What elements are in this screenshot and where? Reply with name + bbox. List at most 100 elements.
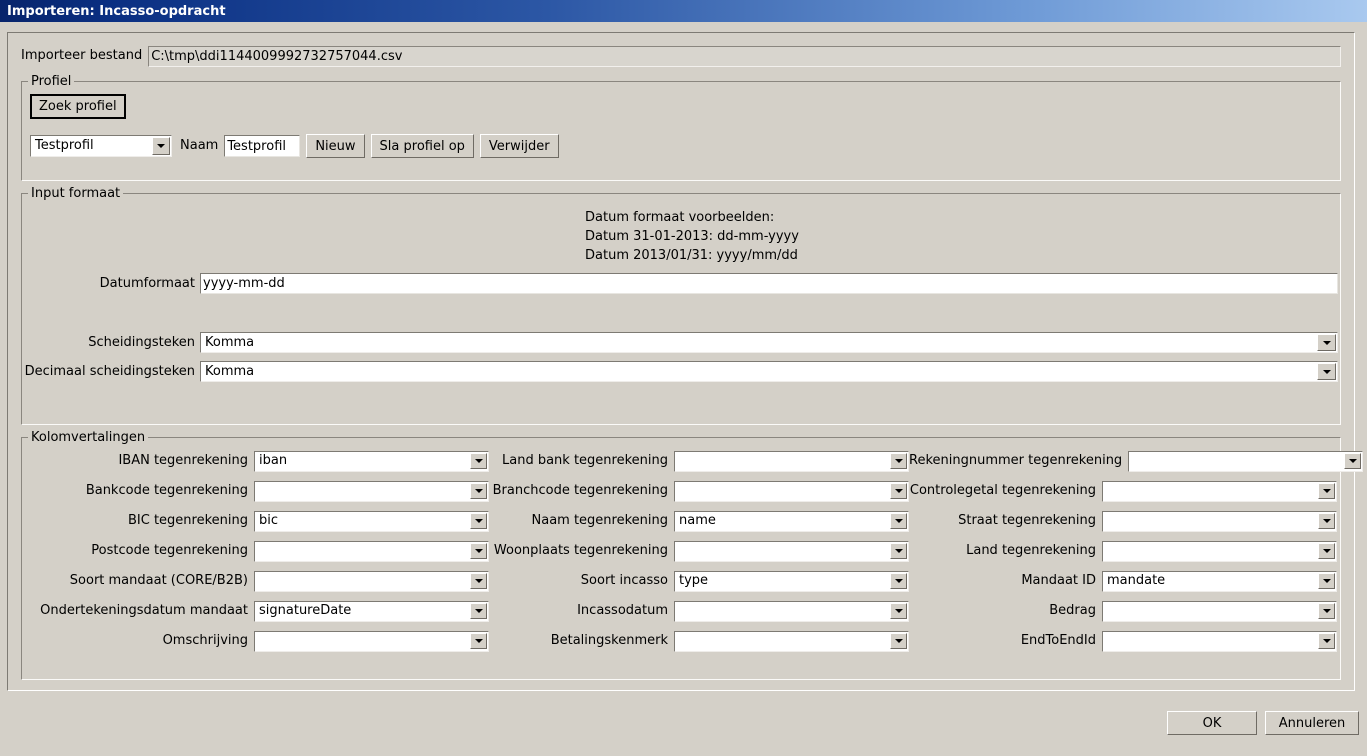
chevron-down-icon[interactable] <box>890 633 907 649</box>
column-mapping-label: Land tegenrekening <box>909 543 1102 559</box>
column-mapping-grid: IBAN tegenrekeningibanBankcode tegenreke… <box>22 446 1340 656</box>
column-mapping-label: Incassodatum <box>489 603 674 619</box>
chevron-down-icon[interactable] <box>152 137 170 155</box>
import-file-row: Importeer bestand C:\tmp\ddi114400999273… <box>21 45 1341 67</box>
profile-group: Profiel Zoek profiel Testprofil Naam Tes… <box>21 81 1341 181</box>
column-mapping-select[interactable] <box>674 481 909 502</box>
column-mapping-label: Rekeningnummer tegenrekening <box>909 453 1128 469</box>
column-mapping-select-value: signatureDate <box>255 602 470 620</box>
chevron-down-icon[interactable] <box>890 543 907 559</box>
separator-label: Scheidingsteken <box>22 335 200 351</box>
column-mapping-select[interactable]: type <box>674 571 909 592</box>
decimal-separator-select-value: Komma <box>201 363 1317 381</box>
input-format-group-title: Input formaat <box>28 186 123 201</box>
column-mapping-row: Soort incassotype <box>489 566 909 596</box>
window-titlebar: Importeren: Incasso-opdracht <box>0 0 1367 22</box>
chevron-down-icon[interactable] <box>1318 603 1335 619</box>
column-mapping-select[interactable] <box>1128 451 1363 472</box>
chevron-down-icon[interactable] <box>470 513 487 529</box>
column-mapping-label: EndToEndId <box>909 633 1102 649</box>
column-mapping-row: BIC tegenrekeningbic <box>22 506 489 536</box>
column-mapping-label: BIC tegenrekening <box>22 513 254 529</box>
ok-button[interactable]: OK <box>1167 711 1257 735</box>
chevron-down-icon[interactable] <box>890 603 907 619</box>
column-mapping-select[interactable] <box>254 481 489 502</box>
chevron-down-icon[interactable] <box>1318 633 1335 649</box>
column-mapping-label: Mandaat ID <box>909 573 1102 589</box>
column-mapping-select[interactable] <box>1102 541 1337 562</box>
chevron-down-icon[interactable] <box>890 513 907 529</box>
column-mapping-select[interactable] <box>674 631 909 652</box>
column-mapping-select[interactable] <box>254 631 489 652</box>
chevron-down-icon[interactable] <box>1318 573 1335 589</box>
column-mapping-select-value: type <box>675 572 890 590</box>
chevron-down-icon[interactable] <box>470 483 487 499</box>
window-body: Importeer bestand C:\tmp\ddi114400999273… <box>0 22 1367 756</box>
chevron-down-icon[interactable] <box>470 603 487 619</box>
window-title: Importeren: Incasso-opdracht <box>7 4 226 19</box>
column-mapping-row: Omschrijving <box>22 626 489 656</box>
column-mapping-row: Postcode tegenrekening <box>22 536 489 566</box>
chevron-down-icon[interactable] <box>890 573 907 589</box>
dialog-footer: OK Annuleren <box>0 705 1367 756</box>
chevron-down-icon[interactable] <box>1318 483 1335 499</box>
column-mapping-select[interactable]: bic <box>254 511 489 532</box>
new-profile-button[interactable]: Nieuw <box>306 134 364 158</box>
column-mapping-row: EndToEndId <box>909 626 1337 656</box>
chevron-down-icon[interactable] <box>890 483 907 499</box>
date-format-row: Datumformaat yyyy-mm-dd <box>22 273 1340 294</box>
column-mapping-select[interactable]: iban <box>254 451 489 472</box>
column-mapping-select[interactable] <box>1102 481 1337 502</box>
column-mapping-select[interactable] <box>1102 631 1337 652</box>
column-mapping-select[interactable]: signatureDate <box>254 601 489 622</box>
decimal-separator-select[interactable]: Komma <box>200 361 1338 382</box>
column-mapping-row: Incassodatum <box>489 596 909 626</box>
date-format-examples: Datum formaat voorbeelden: Datum 31-01-2… <box>585 208 799 265</box>
chevron-down-icon[interactable] <box>470 573 487 589</box>
chevron-down-icon[interactable] <box>1344 453 1361 469</box>
column-mapping-select[interactable] <box>674 451 909 472</box>
profile-name-label: Naam <box>180 138 218 154</box>
column-mapping-label: Branchcode tegenrekening <box>489 483 674 499</box>
column-mapping-select[interactable] <box>674 601 909 622</box>
date-format-label: Datumformaat <box>22 276 200 292</box>
date-example-2: Datum 2013/01/31: yyyy/mm/dd <box>585 246 799 265</box>
chevron-down-icon[interactable] <box>1317 363 1336 380</box>
column-mapping-select[interactable] <box>674 541 909 562</box>
search-profile-button[interactable]: Zoek profiel <box>30 94 126 119</box>
column-mapping-select[interactable] <box>254 571 489 592</box>
column-mapping-select[interactable]: mandate <box>1102 571 1337 592</box>
chevron-down-icon[interactable] <box>890 453 907 469</box>
chevron-down-icon[interactable] <box>470 453 487 469</box>
column-mapping-label: Betalingskenmerk <box>489 633 674 649</box>
column-mapping-label: Ondertekeningsdatum mandaat <box>22 603 254 619</box>
column-mapping-select[interactable] <box>254 541 489 562</box>
chevron-down-icon[interactable] <box>1318 543 1335 559</box>
column-mapping-label: Straat tegenrekening <box>909 513 1102 529</box>
column-mapping-row: Bedrag <box>909 596 1337 626</box>
column-mapping-select-value: iban <box>255 452 470 470</box>
column-mapping-row: Controlegetal tegenrekening <box>909 476 1337 506</box>
column-mapping-select[interactable]: name <box>674 511 909 532</box>
save-profile-button[interactable]: Sla profiel op <box>371 134 474 158</box>
separator-select[interactable]: Komma <box>200 332 1338 353</box>
delete-profile-button[interactable]: Verwijder <box>480 134 559 158</box>
column-mapping-label: Bankcode tegenrekening <box>22 483 254 499</box>
import-file-input[interactable]: C:\tmp\ddi1144009992732757044.csv <box>148 46 1341 67</box>
profile-name-input[interactable]: Testprofil <box>224 135 300 157</box>
chevron-down-icon[interactable] <box>1317 334 1336 351</box>
column-mapping-select[interactable] <box>1102 601 1337 622</box>
date-format-input[interactable]: yyyy-mm-dd <box>200 273 1338 294</box>
column-mapping-select[interactable] <box>1102 511 1337 532</box>
chevron-down-icon[interactable] <box>470 633 487 649</box>
chevron-down-icon[interactable] <box>1318 513 1335 529</box>
chevron-down-icon[interactable] <box>470 543 487 559</box>
separator-row: Scheidingsteken Komma <box>22 332 1340 353</box>
cancel-button[interactable]: Annuleren <box>1265 711 1359 735</box>
column-mapping-select-value: bic <box>255 512 470 530</box>
column-mapping-label: Land bank tegenrekening <box>489 453 674 469</box>
column-mapping-label: Controlegetal tegenrekening <box>909 483 1102 499</box>
profile-select[interactable]: Testprofil <box>30 135 172 157</box>
column-mapping-row: Ondertekeningsdatum mandaatsignatureDate <box>22 596 489 626</box>
profile-group-title: Profiel <box>28 74 74 89</box>
